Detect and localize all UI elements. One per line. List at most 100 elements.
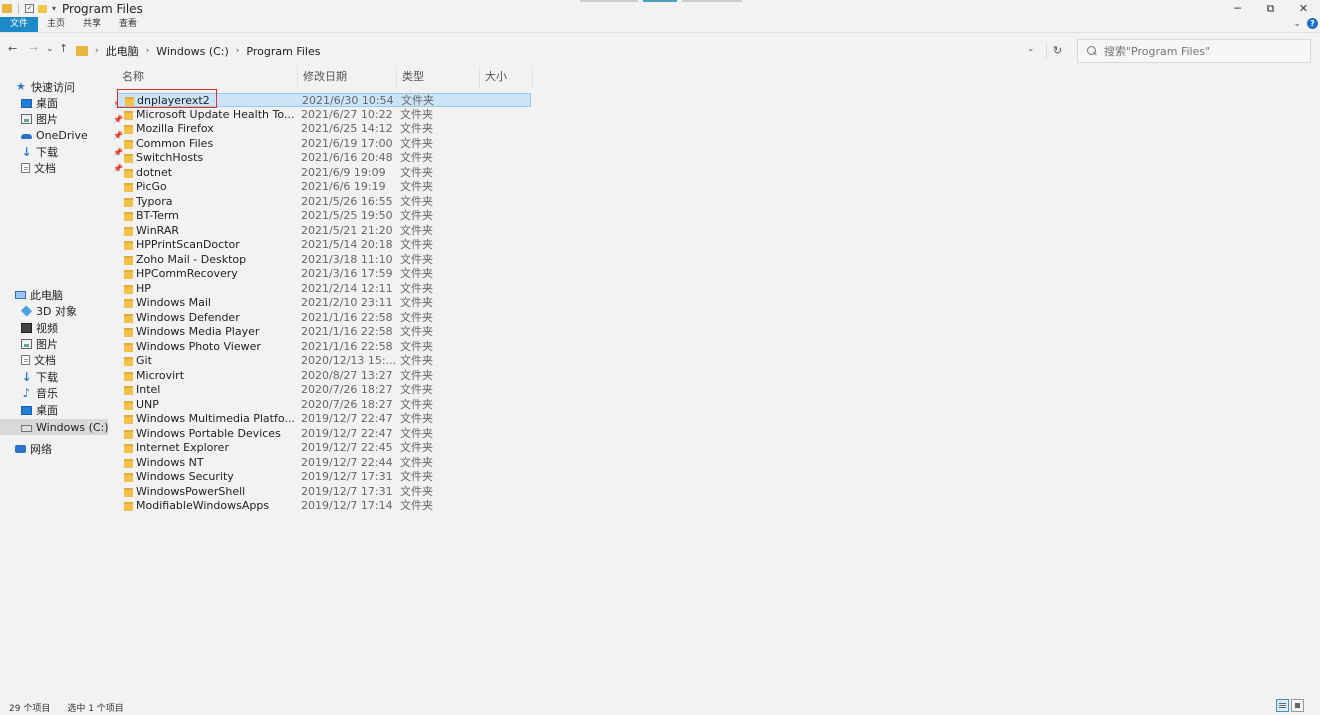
table-row[interactable]: WinRAR 2021/5/21 21:20 文件夹 [117, 224, 531, 238]
nav-documents[interactable]: 文档 📌 [21, 160, 129, 176]
tab-view[interactable]: 查看 [110, 17, 146, 32]
new-folder-icon[interactable] [38, 4, 47, 13]
nav-drive-c[interactable]: Windows (C:) [0, 419, 109, 435]
file-name: Git [136, 354, 152, 367]
details-view-icon[interactable] [1276, 699, 1289, 712]
nav-desktop[interactable]: 桌面 📌 [21, 95, 129, 111]
table-row[interactable]: Typora 2021/5/26 16:55 文件夹 [117, 195, 531, 209]
help-icon[interactable]: ? [1307, 18, 1318, 29]
recent-locations-button[interactable]: ⌄ [46, 44, 54, 54]
table-row[interactable]: Zoho Mail - Desktop 2021/3/18 11:10 文件夹 [117, 253, 531, 267]
up-button[interactable]: ↑ [59, 42, 68, 55]
tab-home[interactable]: 主页 [38, 17, 74, 32]
file-name: BT-Term [136, 209, 179, 222]
expand-ribbon-icon[interactable]: ⌄ [1293, 19, 1301, 29]
table-row[interactable]: Intel 2020/7/26 18:27 文件夹 [117, 383, 531, 397]
nav-label: 图片 [36, 338, 58, 351]
table-row[interactable]: Microsoft Update Health To... 2021/6/27 1… [117, 108, 531, 122]
customize-toolbar-icon[interactable]: ▾ [52, 4, 56, 13]
table-row[interactable]: UNP 2020/7/26 18:27 文件夹 [117, 398, 531, 412]
nav-label: Windows (C:) [36, 420, 109, 434]
nav-documents-pc[interactable]: 文档 [21, 352, 129, 368]
table-row[interactable]: Windows Multimedia Platfo... 2019/12/7 22… [117, 412, 531, 426]
tab-share[interactable]: 共享 [74, 17, 110, 32]
properties-icon[interactable]: ✓ [25, 4, 34, 13]
forward-button[interactable]: → [29, 42, 38, 55]
breadcrumb-separator[interactable]: › [95, 46, 99, 56]
minimize-button[interactable]: ─ [1221, 0, 1254, 17]
refresh-button[interactable]: ↻ [1046, 42, 1068, 60]
file-type: 文件夹 [401, 94, 434, 107]
table-row[interactable]: dotnet 2021/6/9 19:09 文件夹 [117, 166, 531, 180]
file-date: 2021/1/16 22:58 [301, 339, 393, 353]
breadcrumb-this-pc[interactable]: 此电脑 [106, 43, 139, 59]
table-row[interactable]: Internet Explorer 2019/12/7 22:45 文件夹 [117, 441, 531, 455]
nav-desktop-pc[interactable]: 桌面 [21, 402, 129, 418]
table-row[interactable]: PicGo 2021/6/6 19:19 文件夹 [117, 180, 531, 194]
folder-icon [124, 415, 133, 424]
nav-onedrive[interactable]: OneDrive 📌 [21, 127, 129, 143]
nav-music[interactable]: ♪ 音乐 [21, 385, 129, 401]
table-row[interactable]: BT-Term 2021/5/25 19:50 文件夹 [117, 209, 531, 223]
table-row[interactable]: Windows Photo Viewer 2021/1/16 22:58 文件夹 [117, 340, 531, 354]
file-type: 文件夹 [400, 151, 433, 164]
nav-downloads[interactable]: ↓ 下载 📌 [21, 144, 129, 160]
column-header-name[interactable]: 名称 [117, 66, 298, 88]
breadcrumb-current[interactable]: Program Files [246, 45, 320, 58]
tab-file[interactable]: 文件 [0, 17, 39, 32]
file-type: 文件夹 [400, 354, 433, 367]
breadcrumb-separator[interactable]: › [146, 46, 150, 56]
file-type: 文件夹 [400, 180, 433, 193]
table-row[interactable]: HPCommRecovery 2021/3/16 17:59 文件夹 [117, 267, 531, 281]
table-row[interactable]: ModifiableWindowsApps 2019/12/7 17:14 文件夹 [117, 499, 531, 513]
column-header-size[interactable]: 大小 [480, 66, 533, 88]
nav-videos[interactable]: 视频 [21, 320, 129, 336]
search-box[interactable] [1077, 39, 1311, 63]
folder-icon [124, 139, 133, 149]
breadcrumb-drive[interactable]: Windows (C:) [156, 45, 229, 58]
back-button[interactable]: ← [8, 42, 17, 55]
file-name: dotnet [136, 165, 173, 179]
nav-network[interactable]: 网络 [15, 441, 123, 457]
pictures-icon [21, 114, 32, 124]
folder-icon [124, 502, 133, 511]
table-row[interactable]: Windows Mail 2021/2/10 23:11 文件夹 [117, 296, 531, 310]
table-row[interactable]: Windows Defender 2021/1/16 22:58 文件夹 [117, 311, 531, 325]
address-bar[interactable]: › 此电脑 › Windows (C:) › Program Files [72, 40, 1045, 62]
table-row[interactable]: HP 2021/2/14 12:11 文件夹 [117, 282, 531, 296]
nav-3d-objects[interactable]: 3D 对象 [20, 303, 129, 319]
large-icons-view-icon[interactable] [1291, 699, 1304, 712]
title-bar-decoration [580, 0, 638, 2]
table-row[interactable]: HPPrintScanDoctor 2021/5/14 20:18 文件夹 [117, 238, 531, 252]
close-button[interactable]: ✕ [1287, 0, 1320, 17]
nav-pictures[interactable]: 图片 📌 [21, 111, 129, 127]
nav-downloads-pc[interactable]: ↓ 下载 [21, 369, 129, 385]
column-header-date[interactable]: 修改日期 [298, 66, 397, 88]
nav-quick-access[interactable]: ★ 快速访问 [16, 79, 124, 95]
file-name: Windows Multimedia Platfo... [136, 412, 295, 425]
search-input[interactable] [1104, 44, 1304, 58]
file-name: Windows Portable Devices [136, 426, 281, 440]
nav-this-pc[interactable]: 此电脑 [15, 287, 123, 303]
table-row[interactable]: Windows Media Player 2021/1/16 22:58 文件夹 [117, 325, 531, 339]
folder-icon [124, 342, 133, 352]
table-row[interactable]: Microvirt 2020/8/27 13:27 文件夹 [117, 369, 531, 383]
table-row[interactable]: Git 2020/12/13 15:... 文件夹 [117, 354, 531, 368]
table-row[interactable]: Common Files 2021/6/19 17:00 文件夹 [117, 137, 531, 151]
table-row[interactable]: Windows NT 2019/12/7 22:44 文件夹 [117, 456, 531, 470]
file-date: 2019/12/7 17:31 [301, 470, 393, 483]
file-date: 2021/5/25 19:50 [301, 209, 393, 222]
breadcrumb-separator[interactable]: › [236, 46, 240, 56]
table-row[interactable]: Mozilla Firefox 2021/6/25 14:12 文件夹 [117, 122, 531, 136]
table-row[interactable]: Windows Portable Devices 2019/12/7 22:47 文… [117, 427, 531, 441]
address-dropdown-icon[interactable]: ⌄ [1027, 44, 1035, 54]
nav-label: 下载 [36, 371, 58, 384]
nav-pictures-pc[interactable]: 图片 [21, 336, 129, 352]
column-header-type[interactable]: 类型 [397, 66, 480, 88]
table-row[interactable]: Windows Security 2019/12/7 17:31 文件夹 [117, 470, 531, 484]
table-row[interactable]: WindowsPowerShell 2019/12/7 17:31 文件夹 [117, 485, 531, 499]
table-row[interactable]: SwitchHosts 2021/6/16 20:48 文件夹 [117, 151, 531, 165]
maximize-button[interactable]: ⧉ [1254, 0, 1287, 17]
file-type: 文件夹 [400, 194, 433, 208]
file-date: 2021/2/10 23:11 [301, 296, 393, 309]
